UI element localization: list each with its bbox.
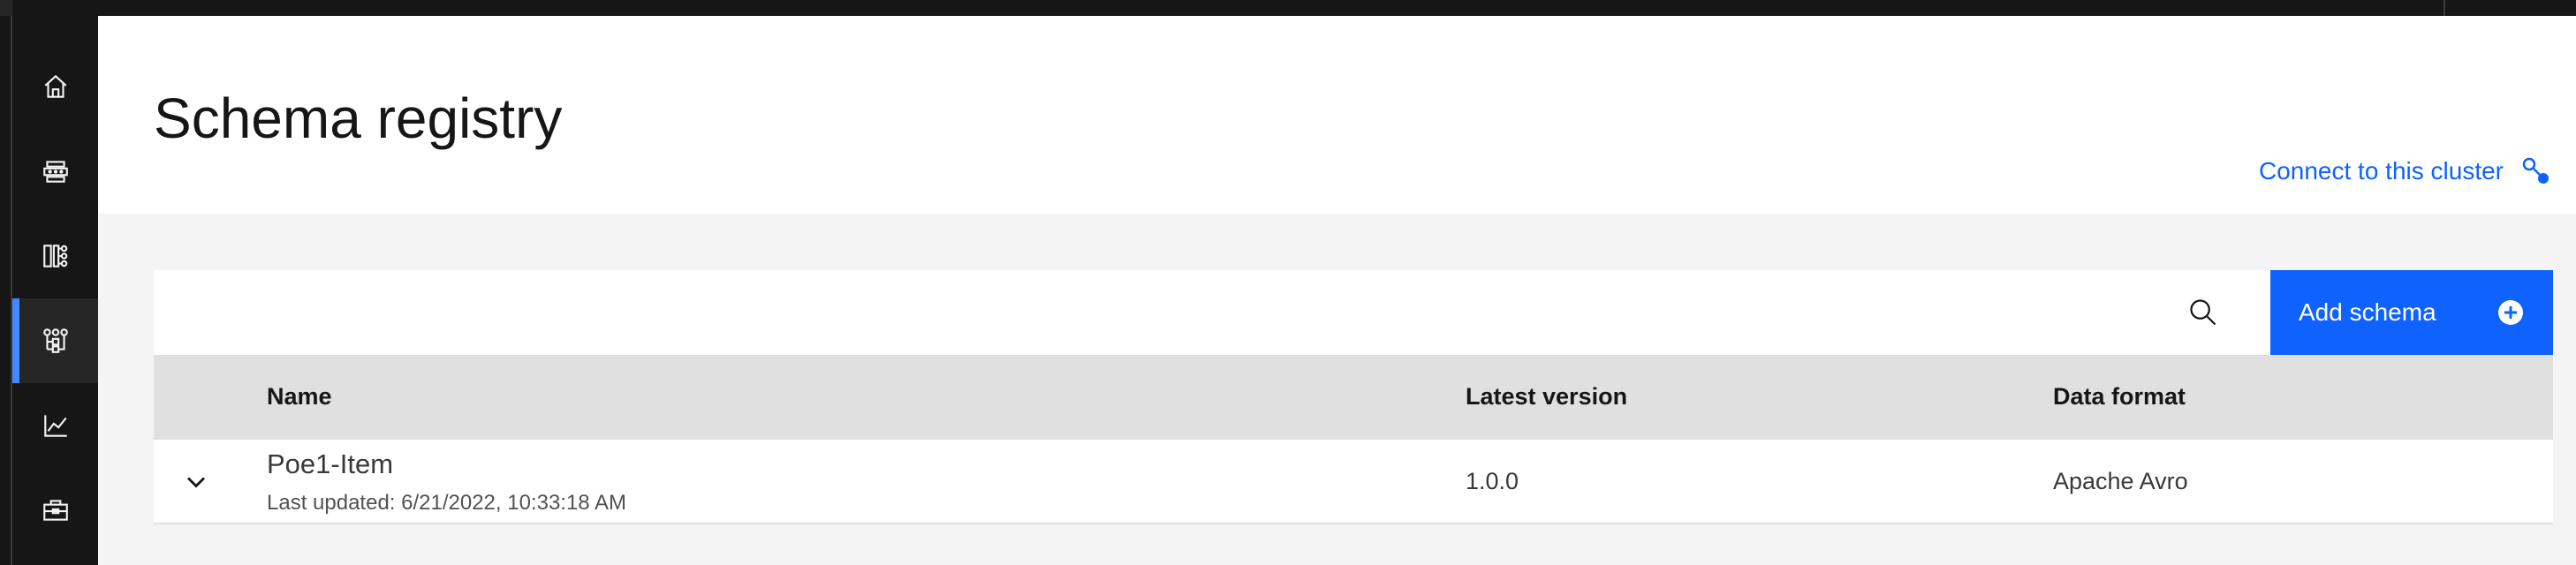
schema-data-format: Apache Avro (2053, 468, 2188, 494)
schema-latest-version: 1.0.0 (1466, 468, 1519, 494)
toolbox-icon (42, 500, 68, 521)
page-title: Schema registry (154, 87, 563, 150)
hierarchy-icon (42, 245, 67, 267)
schema-last-updated: Last updated: 6/21/2022, 10:33:18 AM (267, 491, 626, 515)
connect-icon (2522, 157, 2549, 184)
page-header: Schema registry Connect to this cluster (98, 16, 2576, 214)
data-structure-icon (42, 161, 68, 183)
nav-item-monitoring[interactable] (12, 383, 98, 468)
add-schema-label: Add schema (2299, 298, 2436, 326)
connect-to-cluster-link[interactable]: Connect to this cluster (2259, 155, 2551, 187)
nav-item-schema-registry[interactable] (12, 298, 98, 383)
home-icon (44, 74, 66, 98)
top-header-bar (0, 0, 2576, 16)
table-row[interactable]: Poe1-Item Last updated: 6/21/2022, 10:33… (154, 440, 2553, 524)
column-header-data-format[interactable]: Data format (2053, 383, 2186, 411)
nav-item-consumer-groups[interactable] (12, 214, 98, 298)
table-toolbar: Add schema (154, 270, 2553, 355)
main-content: Add schema Name Latest version Data form… (98, 214, 2576, 565)
schema-name[interactable]: Poe1-Item (267, 448, 393, 480)
nav-item-toolbox[interactable] (12, 468, 98, 553)
connect-link-label: Connect to this cluster (2258, 157, 2504, 185)
side-navigation (0, 16, 98, 565)
header-divider (2443, 0, 2445, 16)
nav-item-home[interactable] (12, 44, 98, 129)
schema-tree-icon (42, 328, 68, 353)
column-header-latest-version[interactable]: Latest version (1466, 383, 1627, 411)
add-schema-button[interactable]: Add schema (2270, 270, 2553, 355)
chart-line-icon (43, 415, 67, 437)
table-header-row: Name Latest version Data format (154, 355, 2553, 440)
search-icon[interactable] (2187, 297, 2219, 328)
header-edge (0, 0, 12, 16)
nav-item-topics[interactable] (12, 129, 98, 214)
add-filled-icon (2498, 300, 2523, 325)
chevron-down-icon[interactable] (180, 466, 212, 498)
schema-table: Name Latest version Data format Poe1-Ite… (154, 355, 2553, 524)
column-header-name[interactable]: Name (267, 383, 332, 411)
